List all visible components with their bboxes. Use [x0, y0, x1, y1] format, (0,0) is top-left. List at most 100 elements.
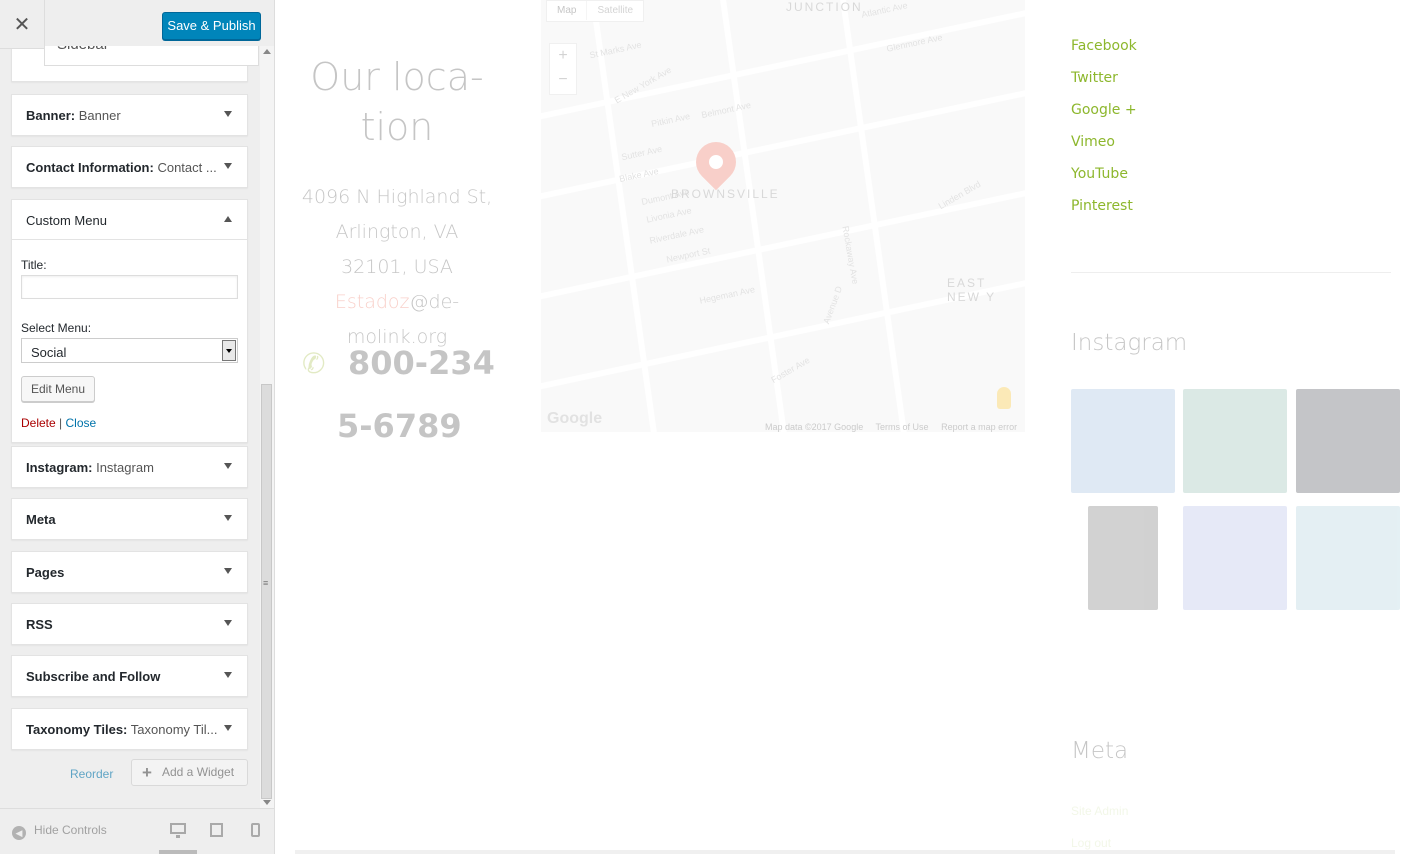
instagram-title: Instagram: [1071, 330, 1188, 356]
expand-arrow-icon[interactable]: [224, 515, 232, 521]
location-pin-icon[interactable]: [687, 133, 745, 191]
expand-arrow-icon[interactable]: [224, 568, 232, 574]
collapse-arrow-icon: ◀: [12, 826, 26, 840]
widget-rss[interactable]: RSS: [11, 603, 248, 645]
widget-contact-information[interactable]: Contact Information: Contact ...: [11, 146, 248, 188]
street-label: Atlantic Ave: [860, 0, 909, 20]
collapse-arrow-icon[interactable]: [224, 216, 232, 222]
expand-arrow-icon[interactable]: [224, 620, 232, 626]
widget-header[interactable]: Banner: Banner: [12, 95, 247, 135]
zoom-out-button[interactable]: −: [550, 68, 576, 92]
edit-menu-button[interactable]: Edit Menu: [21, 376, 96, 402]
location-title: Our loca- tion: [310, 55, 484, 149]
neighborhood-label: BROWNSVILLE: [671, 187, 780, 201]
map-type-tabs: Map Satellite: [546, 0, 645, 22]
widget-header[interactable]: RSS: [12, 604, 247, 644]
tablet-preview-icon[interactable]: [210, 823, 223, 837]
meta-link[interactable]: Site Admin: [1071, 795, 1128, 827]
widget-pages[interactable]: Pages: [11, 551, 248, 593]
scroll-down-arrow-icon[interactable]: [263, 800, 271, 805]
email-link[interactable]: Estadoz: [335, 291, 410, 313]
social-link-twitter[interactable]: Twitter: [1071, 62, 1137, 94]
custom-menu-form: Title: Select Menu: Social Edit Menu Del…: [12, 240, 247, 442]
street-label: Rockaway Ave: [840, 225, 861, 285]
instagram-photo[interactable]: [1183, 506, 1287, 610]
street-label: Livonia Ave: [645, 205, 693, 225]
widget-header[interactable]: Contact Information: Contact ...: [12, 147, 247, 187]
add-widget-button[interactable]: + Add a Widget: [131, 759, 248, 786]
widget-header[interactable]: Instagram: Instagram: [12, 447, 247, 487]
instagram-photo[interactable]: [1296, 389, 1400, 493]
sidebar-scrollbar[interactable]: [260, 46, 274, 808]
scroll-up-arrow-icon[interactable]: [263, 49, 271, 54]
expand-arrow-icon[interactable]: [224, 163, 232, 169]
phone-number: 800-234: [348, 344, 495, 382]
social-menu: Facebook Twitter Google + Vimeo YouTube …: [1071, 30, 1137, 222]
save-publish-button[interactable]: Save & Publish: [162, 12, 261, 40]
instagram-photo[interactable]: [1071, 389, 1175, 493]
social-link-pinterest[interactable]: Pinterest: [1071, 190, 1137, 222]
google-map[interactable]: Map Satellite + − Pitkin Ave Sutter Ave B…: [541, 0, 1025, 432]
social-link-youtube[interactable]: YouTube: [1071, 158, 1137, 190]
select-menu-label: Select Menu:: [21, 321, 92, 335]
dropdown-arrow-icon[interactable]: [222, 340, 236, 361]
report-error-link[interactable]: Report a map error: [941, 422, 1017, 432]
desktop-preview-icon[interactable]: [170, 823, 186, 838]
street-view-pegman-icon[interactable]: [997, 387, 1011, 409]
customizer-sidebar: Banner: Banner Contact Information: Cont…: [0, 0, 275, 854]
widget-banner[interactable]: Banner: Banner: [11, 94, 248, 136]
instagram-photo[interactable]: [1296, 506, 1400, 610]
customizer-header: ✕ Save & Publish: [0, 0, 274, 49]
widget-header[interactable]: Meta: [12, 499, 247, 539]
meta-title: Meta: [1071, 738, 1129, 764]
widget-actions: Reorder + Add a Widget: [0, 759, 260, 789]
street-label: Belmont Ave: [700, 99, 752, 121]
reorder-link[interactable]: Reorder: [70, 767, 113, 781]
widget-header[interactable]: Taxonomy Tiles: Taxonomy Til...: [12, 709, 247, 749]
widget-divider: [1071, 272, 1391, 273]
widget-subscribe-and-follow[interactable]: Subscribe and Follow: [11, 655, 248, 697]
close-link[interactable]: Close: [66, 416, 97, 430]
widget-header[interactable]: Subscribe and Follow: [12, 656, 247, 696]
widget-instagram[interactable]: Instagram: Instagram: [11, 446, 248, 488]
instagram-photo[interactable]: [1088, 506, 1158, 610]
widget-taxonomy-tiles[interactable]: Taxonomy Tiles: Taxonomy Til...: [11, 708, 248, 750]
zoom-in-button[interactable]: +: [550, 44, 576, 68]
terms-link[interactable]: Terms of Use: [876, 422, 929, 432]
widget-title: Custom Menu: [26, 213, 107, 228]
meta-links: Site Admin Log out: [1071, 795, 1128, 854]
expand-arrow-icon[interactable]: [224, 672, 232, 678]
expand-arrow-icon[interactable]: [224, 463, 232, 469]
widget-meta[interactable]: Meta: [11, 498, 248, 540]
neighborhood-label: EAST NEW Y: [947, 276, 997, 304]
title-label: Title:: [21, 258, 47, 272]
widget-title: RSS: [26, 617, 53, 632]
social-link-facebook[interactable]: Facebook: [1071, 30, 1137, 62]
phone-number-continued: 5-6789: [337, 407, 462, 445]
widget-header[interactable]: Custom Menu: [12, 200, 247, 240]
widget-custom-menu[interactable]: Custom Menu Title: Select Menu: Social E…: [11, 199, 248, 443]
street-label: E New York Ave: [612, 64, 674, 106]
map-tab[interactable]: Map: [547, 1, 586, 20]
widget-title: Contact Information: Contact ...: [26, 160, 217, 175]
expand-arrow-icon[interactable]: [224, 725, 232, 731]
footer-strip: [295, 850, 1395, 854]
expand-arrow-icon[interactable]: [224, 111, 232, 117]
social-link-vimeo[interactable]: Vimeo: [1071, 126, 1137, 158]
select-menu-dropdown[interactable]: Social: [21, 338, 238, 363]
social-link-google-plus[interactable]: Google +: [1071, 94, 1137, 126]
scrollbar-thumb[interactable]: [261, 384, 272, 799]
widget-list[interactable]: Banner: Banner Contact Information: Cont…: [0, 38, 260, 806]
site-preview[interactable]: Our loca- tion 4096 N Highland St, Arlin…: [275, 0, 1419, 854]
title-input[interactable]: [21, 275, 238, 299]
satellite-tab[interactable]: Satellite: [586, 1, 643, 20]
mobile-preview-icon[interactable]: [251, 823, 260, 837]
widget-header[interactable]: Pages: [12, 552, 247, 592]
close-icon[interactable]: ✕: [0, 0, 45, 49]
location-address: 4096 N Highland St, Arlington, VA 32101,…: [301, 186, 493, 348]
phone-icon: ✆: [302, 348, 326, 379]
delete-link[interactable]: Delete: [21, 416, 56, 430]
instagram-photo[interactable]: [1183, 389, 1287, 493]
hide-controls-button[interactable]: ◀ Hide Controls: [12, 823, 107, 840]
plus-icon: +: [142, 763, 152, 782]
